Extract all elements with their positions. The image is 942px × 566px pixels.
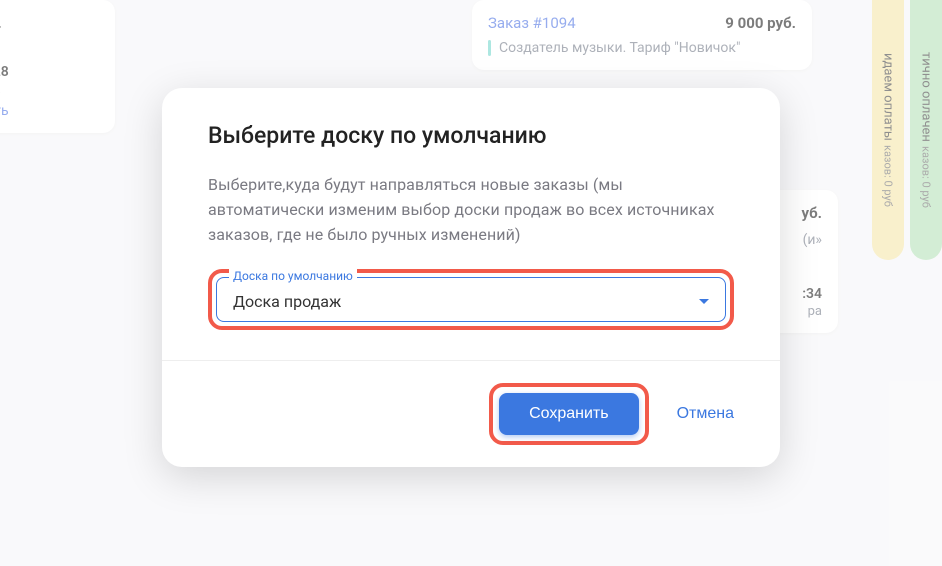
modal-footer: Сохранить Отмена: [162, 360, 780, 467]
select-value: Доска продаж: [233, 292, 341, 311]
highlight-select: Доска по умолчанию Доска продаж: [208, 269, 734, 330]
modal-title: Выберите доску по умолчанию: [208, 122, 734, 149]
highlight-save: Сохранить: [489, 383, 649, 445]
default-board-select[interactable]: Доска по умолчанию Доска продаж: [216, 277, 726, 322]
default-board-modal: Выберите доску по умолчанию Выберите,куд…: [162, 88, 780, 467]
save-button[interactable]: Сохранить: [499, 393, 639, 435]
select-floating-label: Доска по умолчанию: [229, 269, 357, 283]
modal-description: Выберите,куда будут направляться новые з…: [208, 173, 734, 247]
cancel-button[interactable]: Отмена: [677, 405, 734, 423]
chevron-down-icon: [699, 299, 709, 304]
